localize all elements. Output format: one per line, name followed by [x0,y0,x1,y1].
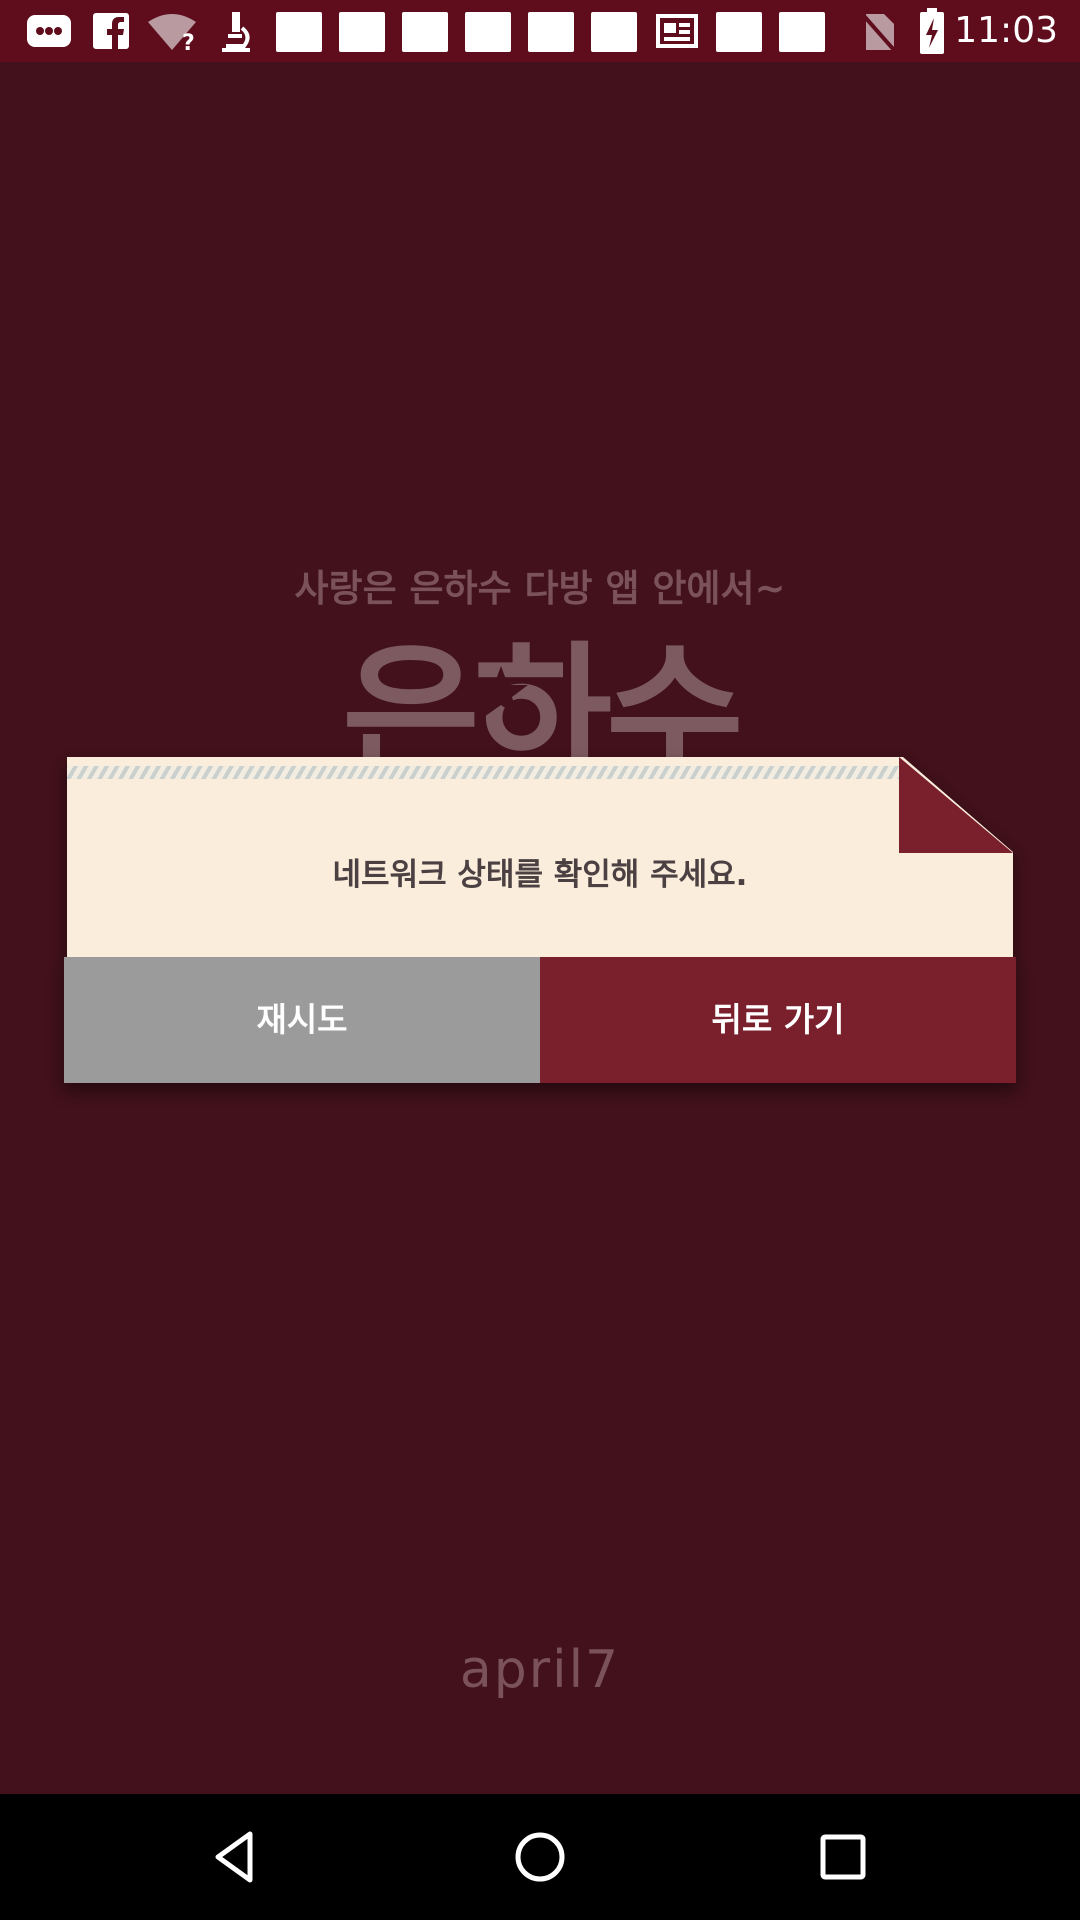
notification-icon [402,12,448,52]
notification-icon [716,12,762,52]
dialog-buttons: 재시도 뒤로 가기 [64,957,1016,1083]
navigation-bar [0,1794,1080,1920]
battery-charging-icon [920,8,944,54]
status-bar: ? 11:03 [0,0,1080,62]
tagline: 사랑은 은하수 다방 앱 안에서~ [294,567,786,610]
notification-icon [276,12,322,52]
home-icon[interactable] [507,1824,573,1890]
star-icon [474,666,528,717]
news-icon [656,14,698,48]
notification-icon [339,12,385,52]
dialog-stripe [67,766,902,779]
facebook-icon [93,13,129,49]
wifi-unknown-icon: ? [148,14,196,52]
back-icon[interactable] [204,1824,270,1890]
notification-icon [528,12,574,52]
retry-button[interactable]: 재시도 [64,957,540,1083]
back-button[interactable]: 뒤로 가기 [540,957,1016,1083]
network-error-dialog: 네트워크 상태를 확인해 주세요. 재시도 뒤로 가기 [64,757,1016,1083]
brand-logo: april7 [459,1640,621,1700]
microscope-icon [222,12,250,52]
notification-icon [465,12,511,52]
more-icon [27,15,71,47]
recents-icon[interactable] [810,1824,876,1890]
dialog-message: 네트워크 상태를 확인해 주세요. [332,857,748,893]
logo-text: 은하수 [341,630,744,758]
notification-icon [591,12,637,52]
logo: 은하수 [0,630,1080,758]
notification-icon [779,12,825,52]
clock: 11:03 [954,10,1058,51]
svg-text:?: ? [182,31,195,52]
no-sim-icon [862,14,896,52]
